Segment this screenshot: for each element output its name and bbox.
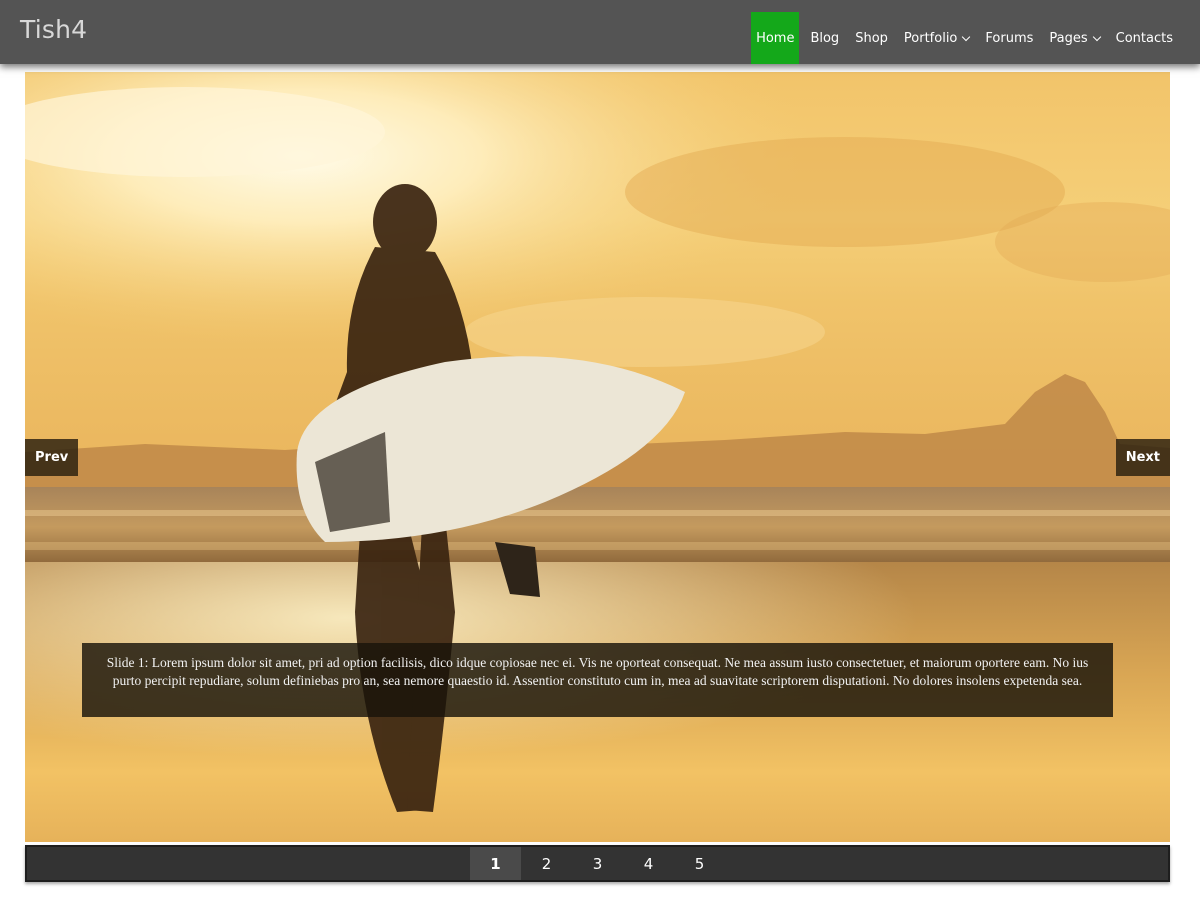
nav-item-label: Shop: [855, 30, 888, 46]
nav-item-label: Blog: [810, 30, 840, 46]
nav-item-label: Portfolio: [903, 30, 958, 46]
slider-pager: 1 2 3 4 5: [25, 845, 1170, 882]
chevron-down-icon: [1092, 32, 1101, 41]
pager-item-4[interactable]: 4: [623, 847, 674, 880]
nav-item-label: Home: [756, 30, 795, 46]
nav-item-label: Contacts: [1115, 30, 1173, 46]
site-title[interactable]: Tish4: [20, 15, 87, 44]
pager-item-5[interactable]: 5: [674, 847, 725, 880]
slide-caption: Slide 1: Lorem ipsum dolor sit amet, pri…: [82, 643, 1113, 717]
nav-item-label: Forums: [985, 30, 1034, 46]
next-slide-button[interactable]: Next: [1115, 439, 1170, 476]
nav-item-shop[interactable]: Shop: [850, 12, 893, 64]
site-header: Tish4 Home Blog Shop Portfolio Forums Pa…: [0, 0, 1200, 64]
main-nav: Home Blog Shop Portfolio Forums Pages Co…: [745, 12, 1178, 64]
nav-item-blog[interactable]: Blog: [805, 12, 844, 64]
chevron-down-icon: [962, 32, 971, 41]
nav-item-home[interactable]: Home: [751, 12, 800, 64]
pager-item-1[interactable]: 1: [470, 847, 521, 880]
nav-item-label: Pages: [1049, 30, 1088, 46]
prev-slide-button[interactable]: Prev: [25, 439, 79, 476]
nav-item-portfolio[interactable]: Portfolio: [899, 12, 974, 64]
pager-item-3[interactable]: 3: [572, 847, 623, 880]
nav-item-contacts[interactable]: Contacts: [1111, 12, 1178, 64]
nav-item-pages[interactable]: Pages: [1044, 12, 1104, 64]
slide-image: [25, 72, 1170, 842]
image-slider: Prev Next Slide 1: Lorem ipsum dolor sit…: [25, 72, 1170, 842]
nav-item-forums[interactable]: Forums: [980, 12, 1038, 64]
pager-list: 1 2 3 4 5: [470, 847, 725, 880]
pager-item-2[interactable]: 2: [521, 847, 572, 880]
